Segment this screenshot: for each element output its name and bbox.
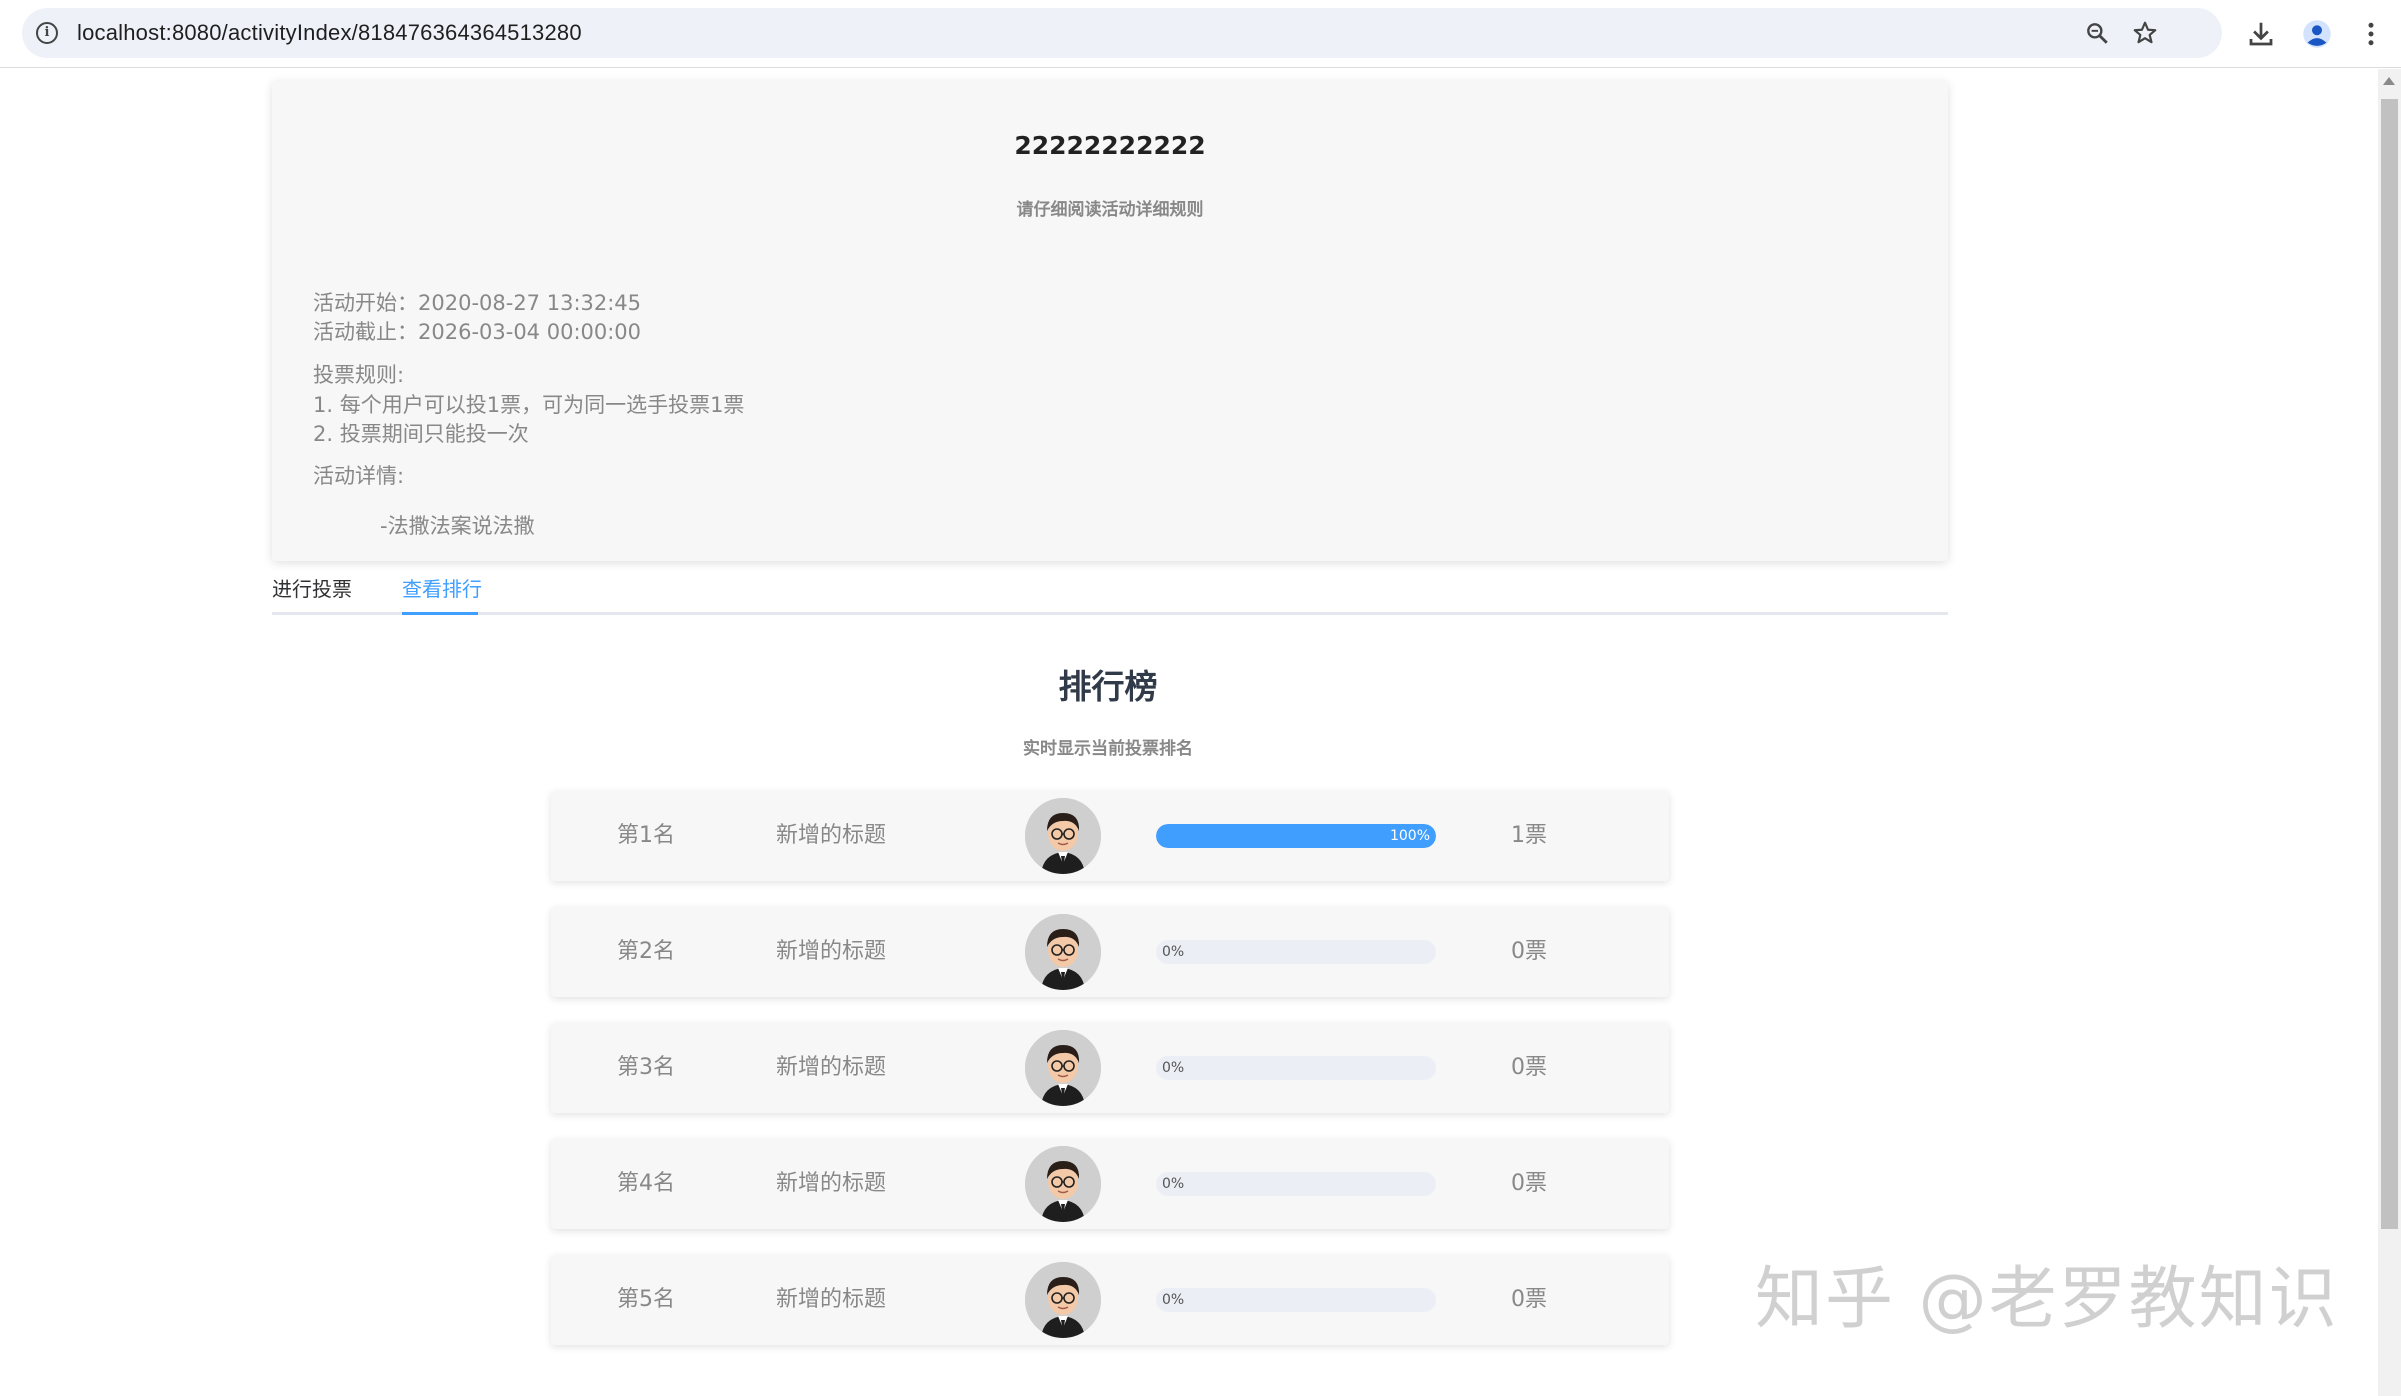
watermark: 知乎 @老罗教知识 [1755,1260,2339,1339]
tab-rank[interactable]: 查看排行 [402,573,482,602]
rank-position: 第5名 [617,1287,675,1312]
progress-label: 0% [1162,1060,1185,1076]
vote-count: 0票 [1511,939,1547,964]
rules-label: 投票规则: [313,363,405,387]
zoom-icon[interactable] [2084,20,2110,46]
avatar-cartoon-icon [1025,1030,1101,1106]
vote-progress-bar: 0% [1156,940,1436,964]
ranking-row: 第1名 新增的标题 100% 1票 [551,791,1669,881]
progress-label: 0% [1162,944,1185,960]
candidate-avatar [1025,914,1101,990]
vote-count: 0票 [1511,1171,1547,1196]
candidate-name: 新增的标题 [776,1055,887,1080]
site-info-icon[interactable]: i [36,22,58,44]
vote-progress-bar: 0% [1156,1172,1436,1196]
candidate-name: 新增的标题 [776,823,887,848]
tab-vote[interactable]: 进行投票 [272,573,352,602]
ranking-row: 第2名 新增的标题 0% 0票 [551,907,1669,997]
avatar-cartoon-icon [1025,1262,1101,1338]
activity-title: 22222222222 [1014,131,1206,160]
profile-avatar-icon[interactable] [2302,19,2332,49]
rule-item: 2. 投票期间只能投一次 [313,422,529,446]
page-scrollbar[interactable] [2378,69,2401,1396]
bookmark-star-icon[interactable] [2132,20,2158,46]
rank-position: 第1名 [617,823,675,848]
address-bar[interactable]: i localhost:8080/activityIndex/818476364… [22,8,2222,58]
tab-bar: 进行投票 查看排行 [272,565,1948,615]
progress-label: 0% [1162,1176,1185,1192]
vote-count: 1票 [1511,823,1547,848]
active-tab-indicator [402,612,478,615]
rule-item: 1. 每个用户可以投1票，可为同一选手投票1票 [313,393,745,417]
avatar-cartoon-icon [1025,914,1101,990]
vote-progress-bar: 0% [1156,1288,1436,1312]
ranking-row: 第3名 新增的标题 0% 0票 [551,1023,1669,1113]
rank-position: 第4名 [617,1171,675,1196]
ranking-row: 第4名 新增的标题 0% 0票 [551,1139,1669,1229]
vote-count: 0票 [1511,1287,1547,1312]
candidate-avatar [1025,1030,1101,1106]
vote-progress-bar: 100% [1156,824,1436,848]
scroll-up-arrow-icon[interactable] [2383,77,2395,85]
activity-info-card: 22222222222 请仔细阅读活动详细规则 活动开始：2020-08-27 … [272,81,1948,561]
activity-start: 活动开始：2020-08-27 13:32:45 [313,291,642,315]
activity-subtitle: 请仔细阅读活动详细规则 [1016,200,1204,220]
avatar-cartoon-icon [1025,1146,1101,1222]
activity-end: 活动截止：2026-03-04 00:00:00 [313,320,642,344]
details-label: 活动详情: [313,464,405,488]
url-text[interactable]: localhost:8080/activityIndex/81847636436… [77,8,582,58]
candidate-avatar [1025,798,1101,874]
progress-label: 100% [1389,828,1430,844]
vote-count: 0票 [1511,1055,1547,1080]
rank-position: 第2名 [617,939,675,964]
candidate-avatar [1025,1262,1101,1338]
ranking-title: 排行榜 [1058,667,1158,706]
candidate-name: 新增的标题 [776,1171,887,1196]
candidate-avatar [1025,1146,1101,1222]
details-text: -法撒法案说法撒 [380,514,535,538]
ranking-row: 第5名 新增的标题 0% 0票 [551,1255,1669,1345]
ranking-subtitle: 实时显示当前投票排名 [1023,739,1193,759]
download-icon[interactable] [2246,19,2276,49]
candidate-name: 新增的标题 [776,1287,887,1312]
progress-label: 0% [1162,1292,1185,1308]
rank-position: 第3名 [617,1055,675,1080]
candidate-name: 新增的标题 [776,939,887,964]
vote-progress-fill: 100% [1156,824,1436,848]
vote-progress-bar: 0% [1156,1056,1436,1080]
avatar-cartoon-icon [1025,798,1101,874]
browser-menu-icon[interactable] [2356,19,2386,49]
scroll-thumb[interactable] [2381,99,2398,1229]
browser-toolbar: i localhost:8080/activityIndex/818476364… [0,0,2401,68]
